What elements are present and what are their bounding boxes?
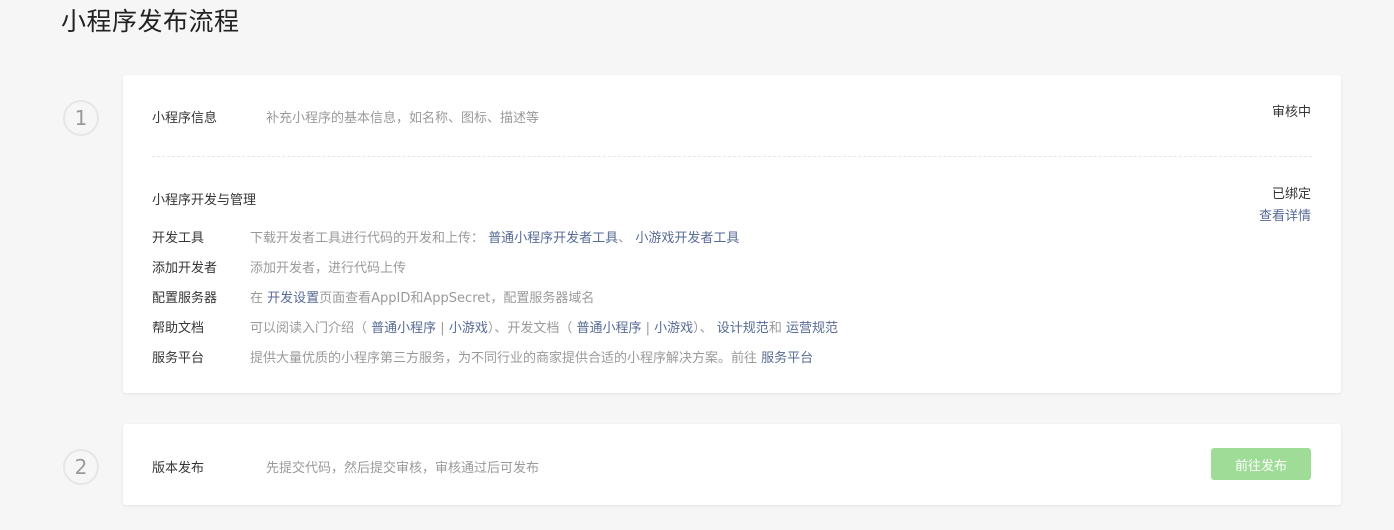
intro-miniprogram-link[interactable]: 普通小程序 (371, 321, 436, 336)
dev-management-title: 小程序开发与管理 (152, 193, 257, 208)
step-number-text: 1 (74, 106, 88, 130)
step-2-card: 版本发布 先提交代码，然后提交审核，审核通过后可发布 前往发布 (123, 424, 1341, 505)
intro-minigame-link[interactable]: 小游戏 (449, 321, 488, 336)
docs-minigame-link[interactable]: 小游戏 (654, 321, 693, 336)
miniprogram-devtools-link[interactable]: 普通小程序开发者工具 (488, 231, 618, 246)
service-platform-desc: 提供大量优质的小程序第三方服务，为不同行业的商家提供合适的小程序解决方案。前往 … (250, 351, 814, 366)
server-config-row: 配置服务器 在 开发设置页面查看AppID和AppSecret，配置服务器域名 (152, 289, 1312, 309)
dev-tools-row: 开发工具 下载开发者工具进行代码的开发和上传： 普通小程序开发者工具、 小游戏开… (152, 229, 1312, 249)
step-1-card: 小程序信息 补充小程序的基本信息，如名称、图标、描述等 审核中 小程序开发与管理… (123, 75, 1341, 393)
bind-status: 已绑定 (1271, 187, 1311, 202)
dev-settings-link[interactable]: 开发设置 (267, 291, 319, 306)
add-developer-row: 添加开发者 添加开发者，进行代码上传 (152, 259, 1312, 279)
minigame-devtools-link[interactable]: 小游戏开发者工具 (635, 231, 739, 246)
help-docs-row: 帮助文档 可以阅读入门介绍（ 普通小程序 | 小游戏）、开发文档（ 普通小程序 … (152, 319, 1312, 339)
service-platform-row: 服务平台 提供大量优质的小程序第三方服务，为不同行业的商家提供合适的小程序解决方… (152, 349, 1312, 369)
server-config-label: 配置服务器 (152, 291, 218, 306)
service-platform-link[interactable]: 服务平台 (761, 351, 813, 366)
add-developer-desc: 添加开发者，进行代码上传 (250, 261, 407, 276)
docs-miniprogram-link[interactable]: 普通小程序 (576, 321, 641, 336)
review-status: 审核中 (1271, 105, 1311, 120)
service-platform-label: 服务平台 (152, 351, 205, 366)
step-number-2: 2 (63, 449, 99, 485)
server-config-desc: 在 开发设置页面查看AppID和AppSecret，配置服务器域名 (250, 291, 595, 306)
section-divider (152, 156, 1312, 157)
version-release-label: 版本发布 (152, 461, 205, 476)
add-developer-label: 添加开发者 (152, 261, 218, 276)
miniprogram-info-label: 小程序信息 (152, 111, 218, 126)
help-docs-label: 帮助文档 (152, 321, 205, 336)
help-docs-desc: 可以阅读入门介绍（ 普通小程序 | 小游戏）、开发文档（ 普通小程序 | 小游戏… (250, 321, 838, 336)
design-guidelines-link[interactable]: 设计规范 (717, 321, 769, 336)
dev-tools-desc: 下载开发者工具进行代码的开发和上传： 普通小程序开发者工具、 小游戏开发者工具 (250, 231, 740, 246)
version-release-desc: 先提交代码，然后提交审核，审核通过后可发布 (266, 461, 540, 476)
operation-guidelines-link[interactable]: 运营规范 (786, 321, 838, 336)
miniprogram-info-desc: 补充小程序的基本信息，如名称、图标、描述等 (266, 111, 540, 126)
step-number-1: 1 (63, 100, 99, 136)
page-title: 小程序发布流程 (61, 7, 240, 36)
step-number-text: 2 (74, 455, 88, 479)
dev-tools-label: 开发工具 (152, 231, 205, 246)
go-publish-button[interactable]: 前往发布 (1211, 448, 1311, 480)
view-details-link[interactable]: 查看详情 (1259, 205, 1311, 224)
